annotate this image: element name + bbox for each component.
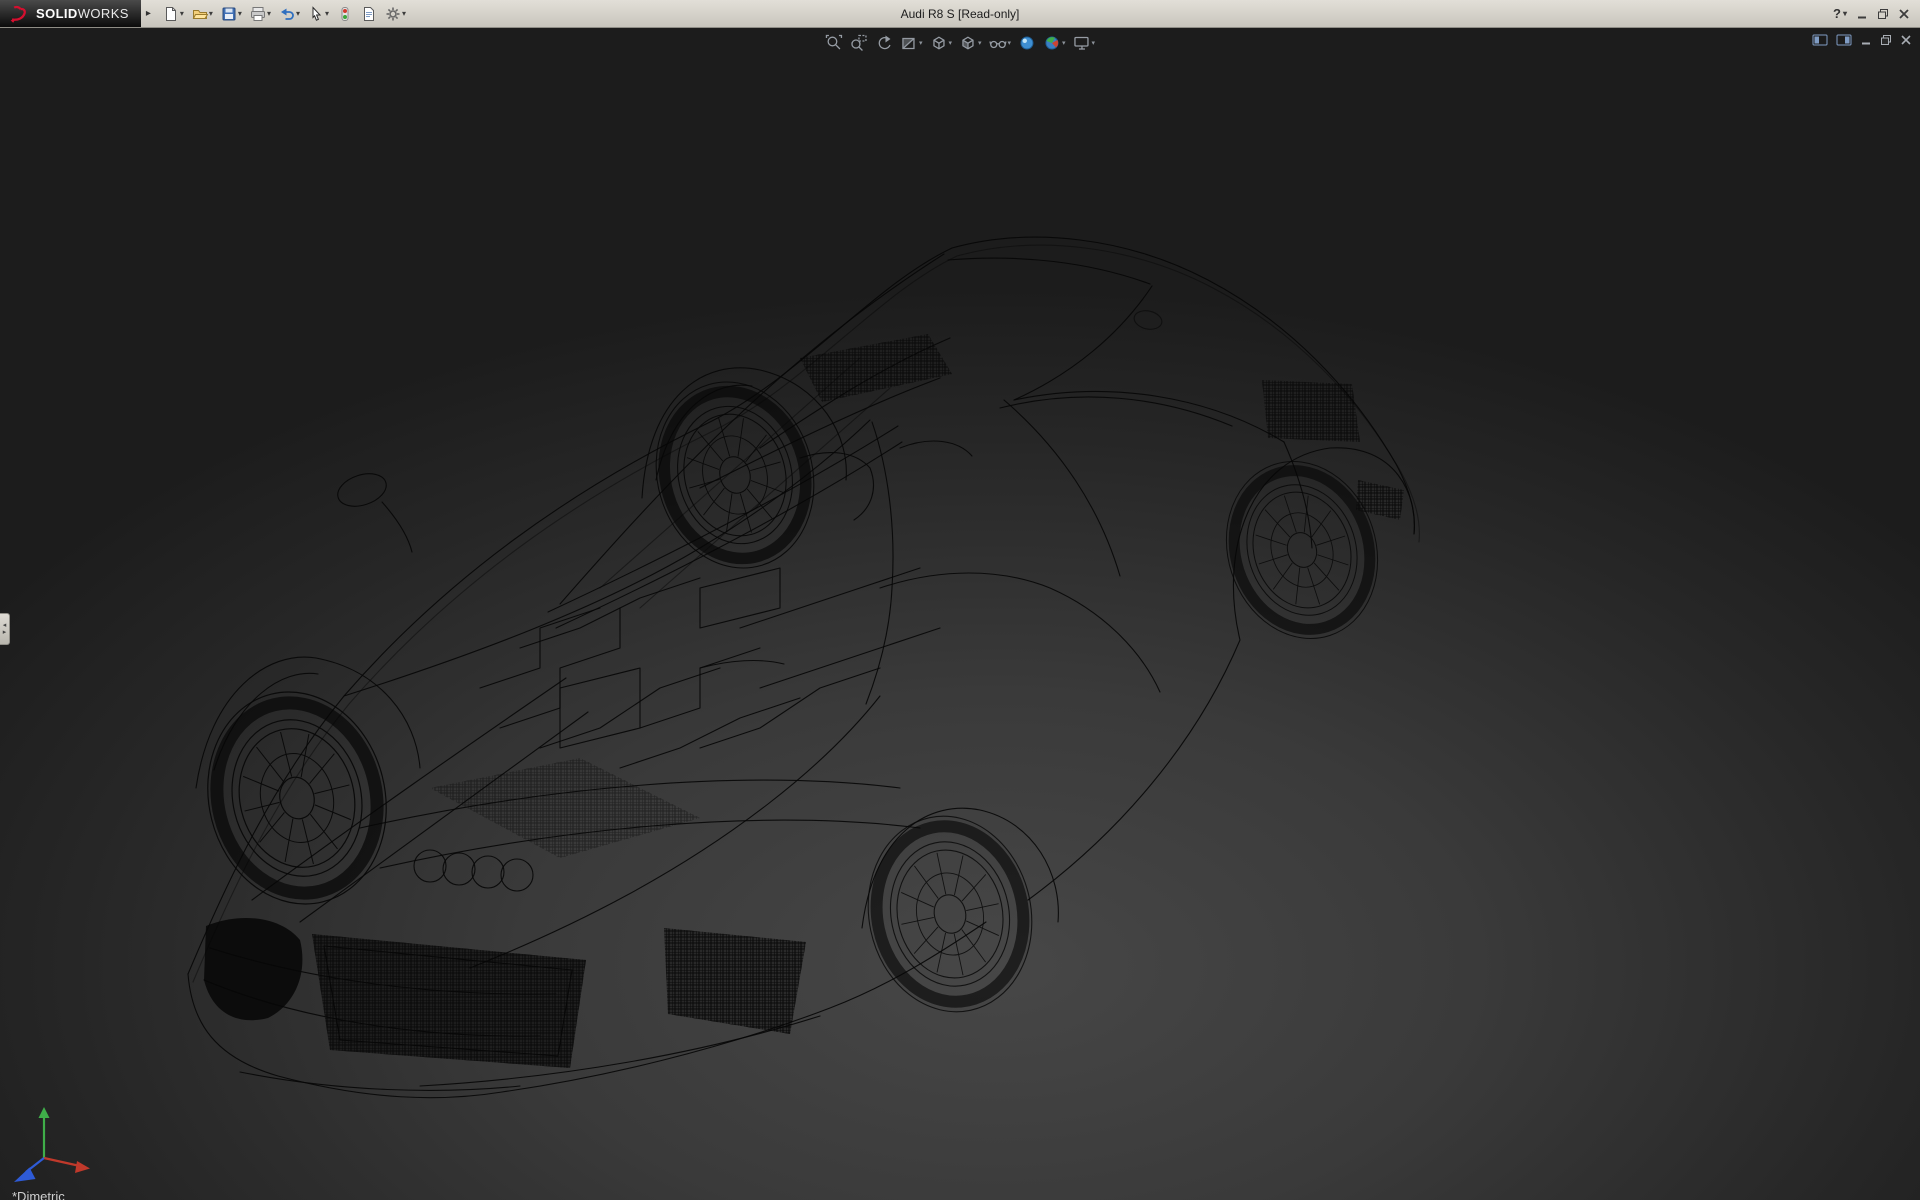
solidworks-logo: SOLIDWORKS <box>0 0 141 27</box>
display-style-button[interactable]: ▾ <box>957 33 984 53</box>
splitter-right-arrow-icon: ▸ <box>3 629 7 636</box>
dropdown-caret-icon[interactable]: ▾ <box>238 10 242 18</box>
help-icon: ? <box>1833 6 1841 21</box>
view-orientation-button[interactable]: ▾ <box>927 33 954 53</box>
heads-up-view-toolbar: ▾ ▾ ▾ <box>823 33 1097 53</box>
rebuild-icon <box>337 6 353 22</box>
zoom-to-area-button[interactable] <box>848 33 870 53</box>
file-properties-icon <box>361 6 377 22</box>
dropdown-caret-icon[interactable]: ▾ <box>402 10 406 18</box>
task-pane-right-icon <box>1836 33 1852 47</box>
rebuild-button[interactable] <box>334 4 356 24</box>
zoom-to-fit-button[interactable] <box>823 33 845 53</box>
options-gear-icon <box>385 6 401 22</box>
previous-view-icon <box>875 34 893 52</box>
close-button[interactable] <box>1898 8 1910 20</box>
dropdown-caret-icon[interactable]: ▾ <box>1062 40 1066 47</box>
triad-z-axis-icon <box>14 1168 36 1183</box>
doc-restore-icon <box>1880 34 1892 46</box>
dropdown-caret-icon[interactable]: ▾ <box>296 10 300 18</box>
view-orientation-label: *Dimetric <box>12 1189 65 1200</box>
restore-button[interactable] <box>1877 8 1889 20</box>
undo-icon <box>279 6 295 22</box>
task-pane-left-button[interactable] <box>1812 33 1828 47</box>
previous-view-button[interactable] <box>873 33 895 53</box>
brand-name: SOLIDWORKS <box>36 6 129 21</box>
apply-scene-button[interactable]: ▾ <box>1041 33 1068 53</box>
window-title: Audi R8 S [Read-only] <box>901 7 1020 21</box>
section-view-button[interactable]: ▾ <box>898 33 925 53</box>
task-pane-left-icon <box>1812 33 1828 47</box>
hide-show-glasses-icon <box>989 34 1007 52</box>
open-folder-icon <box>192 6 208 22</box>
titlebar: SOLIDWORKS ▸ ▾ ▾ <box>0 0 1920 28</box>
dropdown-caret-icon[interactable]: ▾ <box>948 40 952 47</box>
solidworks-logo-icon <box>8 5 30 23</box>
restore-icon <box>1877 8 1889 20</box>
dropdown-caret-icon[interactable]: ▾ <box>1092 40 1096 47</box>
help-button[interactable]: ? ▾ <box>1833 6 1847 21</box>
section-view-icon <box>900 34 918 52</box>
quick-access-toolbar: ▾ ▾ ▾ <box>156 4 409 24</box>
doc-minimize-icon <box>1860 34 1872 46</box>
undo-button[interactable]: ▾ <box>276 4 303 24</box>
document-window-controls <box>1812 33 1912 47</box>
print-icon <box>250 6 266 22</box>
task-pane-right-button[interactable] <box>1836 33 1852 47</box>
triad-y-axis-icon <box>39 1107 50 1118</box>
view-settings-monitor-icon <box>1073 34 1091 52</box>
select-cursor-icon <box>308 6 324 22</box>
zoom-to-fit-icon <box>825 34 843 52</box>
edit-appearance-sphere-icon <box>1018 34 1036 52</box>
dropdown-caret-icon[interactable]: ▾ <box>209 10 213 18</box>
splitter-left-arrow-icon: ◂ <box>3 622 7 629</box>
close-icon <box>1898 8 1910 20</box>
minimize-button[interactable] <box>1856 8 1868 20</box>
view-settings-button[interactable]: ▾ <box>1071 33 1098 53</box>
display-style-icon <box>959 34 977 52</box>
orientation-triad <box>8 1100 98 1190</box>
dropdown-caret-icon[interactable]: ▾ <box>180 10 184 18</box>
doc-close-button[interactable] <box>1900 34 1912 46</box>
save-icon <box>221 6 237 22</box>
minimize-icon <box>1856 8 1868 20</box>
feature-pane-splitter[interactable]: ◂ ▸ <box>0 613 10 645</box>
doc-close-icon <box>1900 34 1912 46</box>
file-properties-button[interactable] <box>358 4 380 24</box>
options-button[interactable]: ▾ <box>382 4 409 24</box>
save-button[interactable]: ▾ <box>218 4 245 24</box>
open-button[interactable]: ▾ <box>189 4 216 24</box>
dropdown-caret-icon[interactable]: ▾ <box>325 10 329 18</box>
dropdown-caret-icon[interactable]: ▾ <box>919 40 923 47</box>
hide-show-items-button[interactable]: ▾ <box>987 33 1014 53</box>
doc-minimize-button[interactable] <box>1860 34 1872 46</box>
print-button[interactable]: ▾ <box>247 4 274 24</box>
dropdown-caret-icon[interactable]: ▾ <box>267 10 271 18</box>
view-orientation-cube-icon <box>929 34 947 52</box>
triad-x-axis-icon <box>75 1161 90 1173</box>
dropdown-caret-icon[interactable]: ▾ <box>1843 10 1847 18</box>
new-button[interactable]: ▾ <box>160 4 187 24</box>
model-wireframe-audi-r8[interactable] <box>0 28 1920 1200</box>
window-controls: ? ▾ <box>1833 6 1920 21</box>
graphics-viewport[interactable]: ▾ ▾ ▾ <box>0 28 1920 1200</box>
menu-expand-arrow[interactable]: ▸ <box>141 9 156 19</box>
new-document-icon <box>163 6 179 22</box>
solidworks-window: SOLIDWORKS ▸ ▾ ▾ <box>0 0 1920 1200</box>
apply-scene-sphere-icon <box>1043 34 1061 52</box>
zoom-to-area-icon <box>850 34 868 52</box>
doc-restore-button[interactable] <box>1880 34 1892 46</box>
dropdown-caret-icon[interactable]: ▾ <box>1008 40 1012 47</box>
edit-appearance-button[interactable] <box>1016 33 1038 53</box>
select-button[interactable]: ▾ <box>305 4 332 24</box>
dropdown-caret-icon[interactable]: ▾ <box>978 40 982 47</box>
